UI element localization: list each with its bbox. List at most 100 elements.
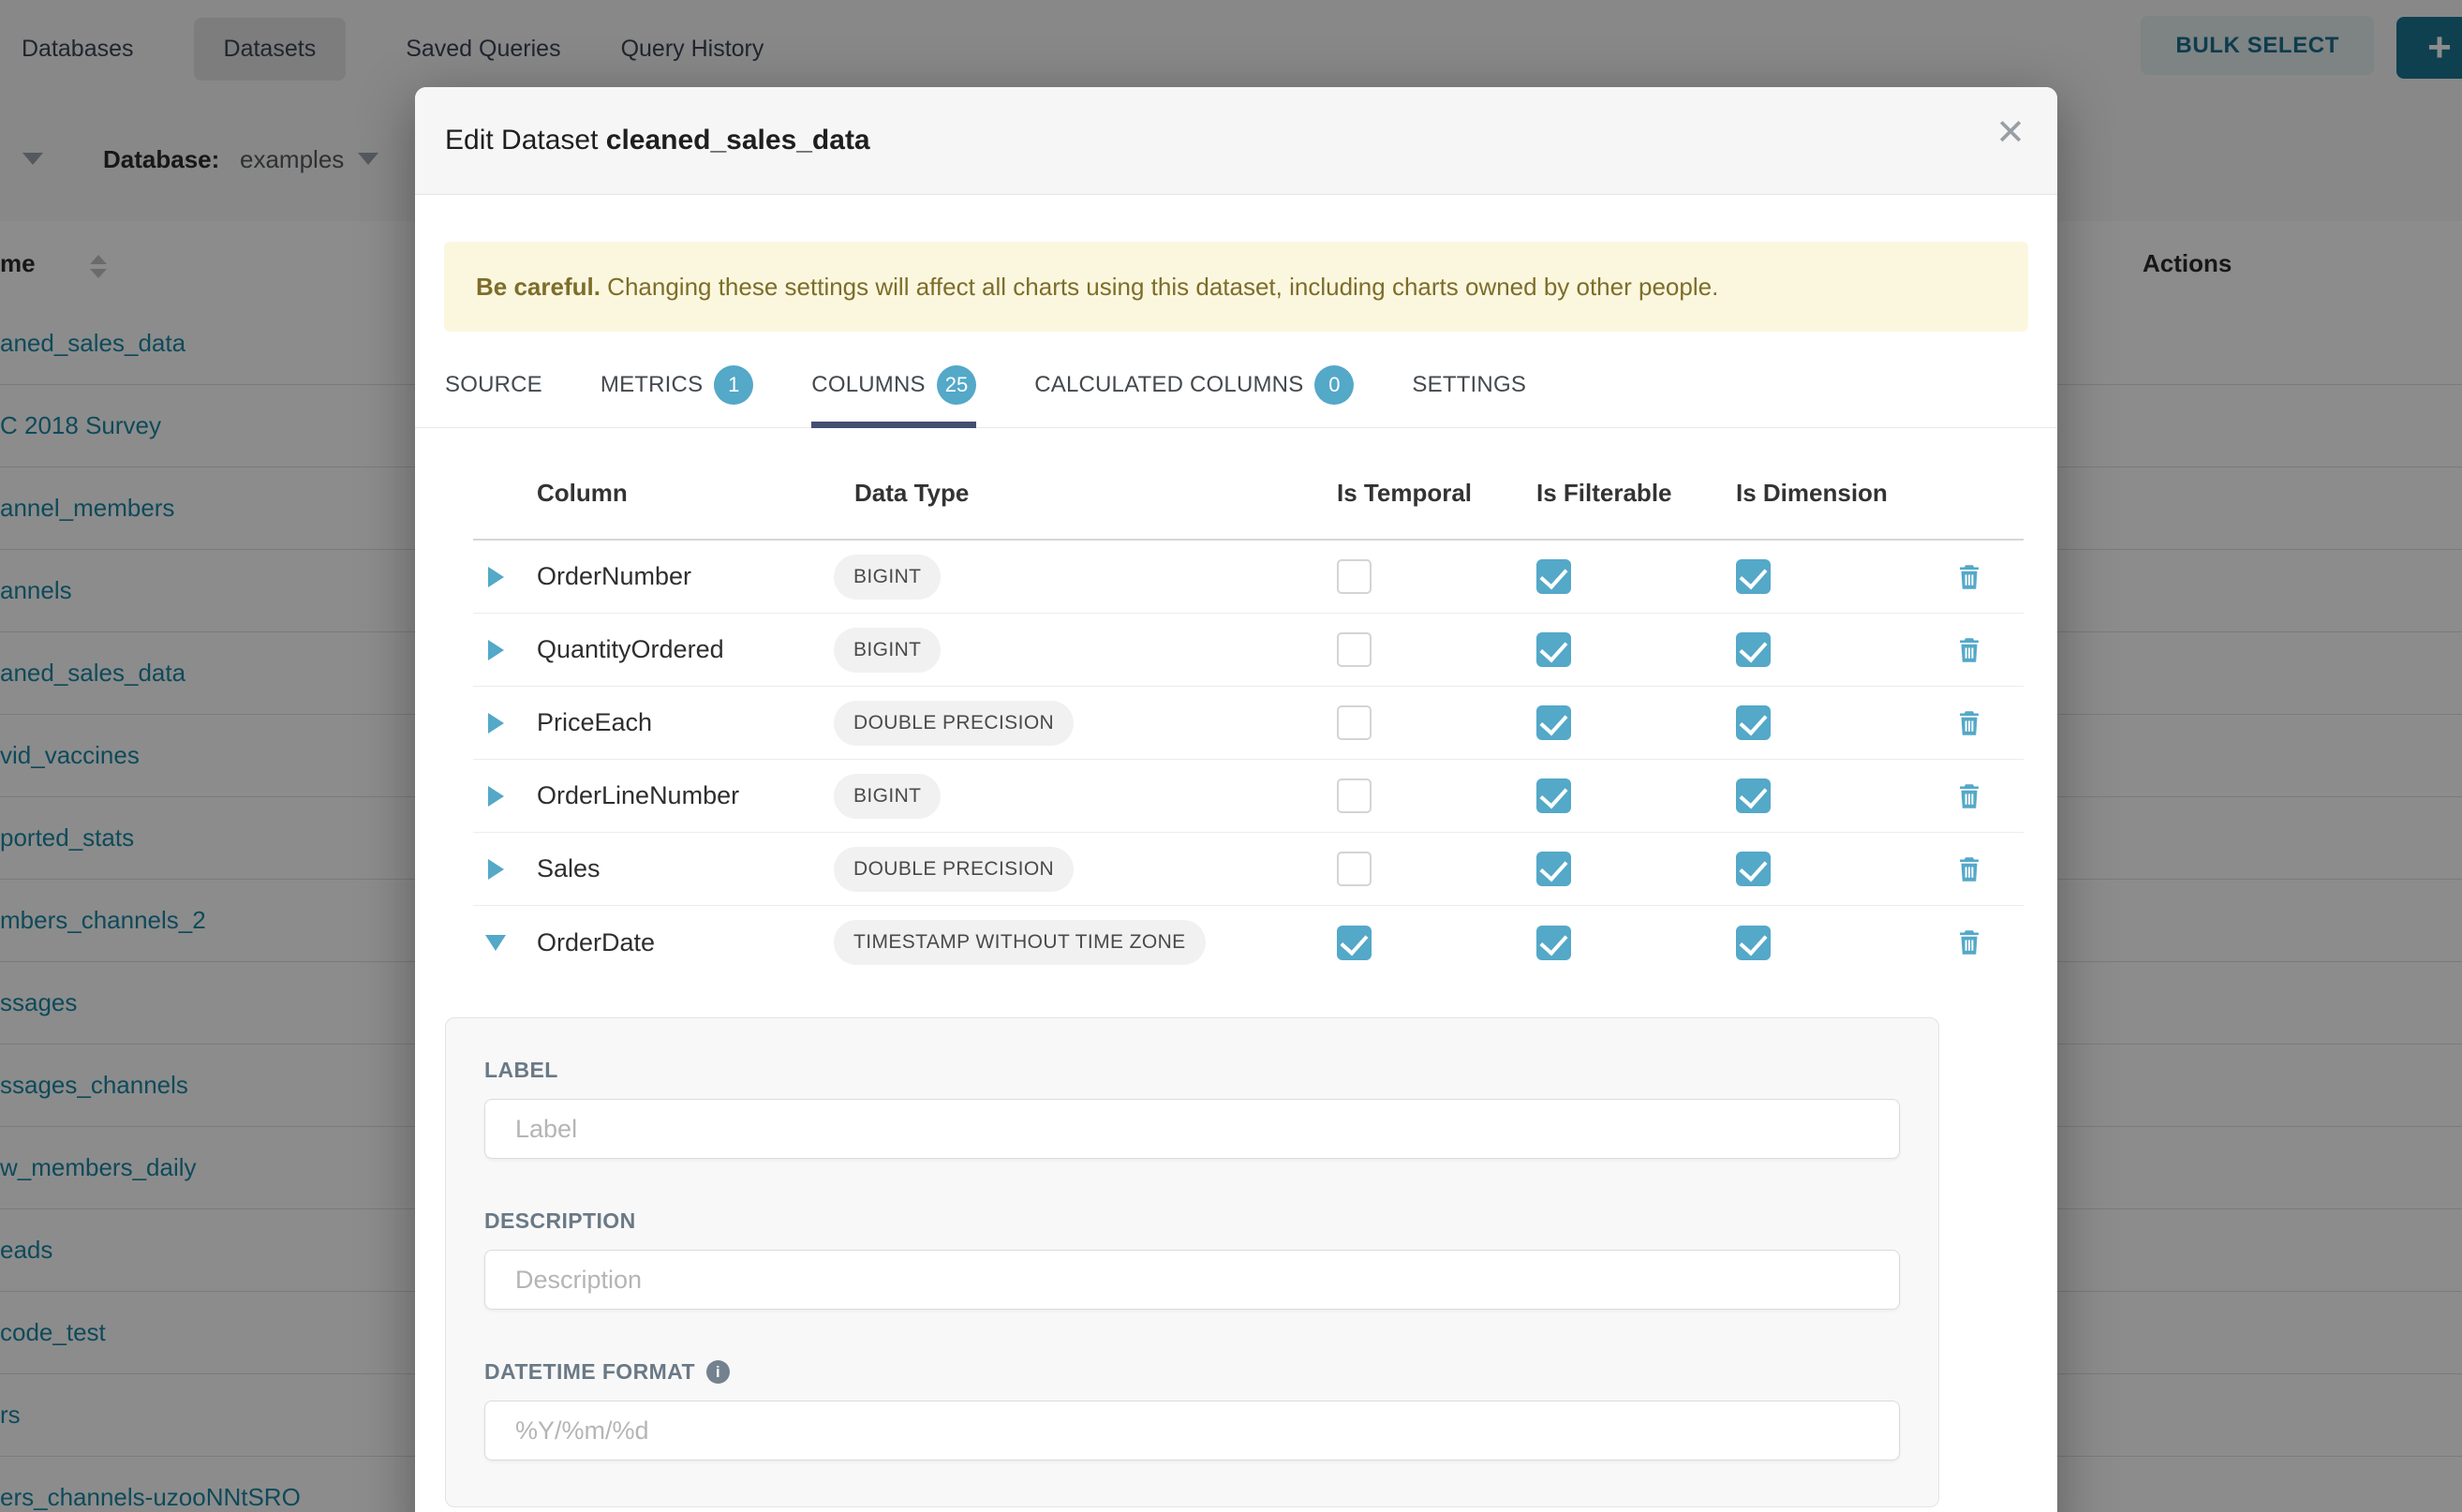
delete-column-cell — [1915, 561, 2024, 593]
dataset-name: cleaned_sales_data — [606, 125, 870, 156]
is-dimension-checkbox[interactable] — [1736, 926, 1771, 960]
data-type-pill: BIGINT — [834, 774, 941, 819]
expand-caret-icon[interactable] — [488, 567, 504, 587]
is-filterable-checkbox[interactable] — [1536, 632, 1571, 667]
is-temporal-checkbox-cell — [1316, 705, 1516, 740]
is-temporal-checkbox-cell — [1316, 778, 1516, 813]
tab-count-badge: 1 — [714, 365, 753, 405]
tab-label: SOURCE — [445, 372, 542, 398]
is-temporal-checkbox[interactable] — [1337, 632, 1372, 667]
is-dimension-checkbox-cell — [1715, 926, 1915, 960]
column-row-orderdate: OrderDateTIMESTAMP WITHOUT TIME ZONE — [473, 906, 2024, 979]
description-field-label: DESCRIPTION — [484, 1208, 1900, 1234]
expand-cell — [473, 786, 516, 807]
tab-columns[interactable]: COLUMNS 25 — [811, 365, 976, 427]
trash-icon[interactable] — [1953, 561, 1985, 593]
trash-icon[interactable] — [1953, 926, 1985, 958]
is-dimension-checkbox[interactable] — [1736, 559, 1771, 594]
collapse-caret-icon[interactable] — [485, 935, 506, 951]
is-filterable-checkbox-cell — [1516, 632, 1715, 667]
column-row-orderlinenumber: OrderLineNumberBIGINT — [473, 760, 2024, 833]
data-type-pill: DOUBLE PRECISION — [834, 701, 1074, 746]
datetime-format-field-group: DATETIME FORMAT i — [484, 1359, 1900, 1460]
is-temporal-checkbox-cell — [1316, 632, 1516, 667]
is-dimension-checkbox[interactable] — [1736, 632, 1771, 667]
is-filterable-checkbox-cell — [1516, 926, 1715, 960]
is-filterable-checkbox[interactable] — [1536, 852, 1571, 886]
columns-table-header: Column Data Type Is Temporal Is Filterab… — [473, 447, 2024, 541]
column-name: OrderLineNumber — [516, 781, 834, 810]
expand-caret-icon[interactable] — [488, 786, 504, 807]
is-dimension-checkbox-cell — [1715, 559, 1915, 594]
is-dimension-checkbox-cell — [1715, 778, 1915, 813]
trash-icon[interactable] — [1953, 780, 1985, 812]
is-dimension-checkbox[interactable] — [1736, 778, 1771, 813]
is-dimension-checkbox-cell — [1715, 705, 1915, 740]
column-row-priceeach: PriceEachDOUBLE PRECISION — [473, 687, 2024, 760]
tab-count-badge: 0 — [1314, 365, 1354, 405]
label-field-label: LABEL — [484, 1058, 1900, 1083]
data-type-cell: BIGINT — [834, 628, 1316, 673]
is-filterable-checkbox[interactable] — [1536, 778, 1571, 813]
warning-banner: Be careful. Changing these settings will… — [444, 242, 2028, 332]
is-filterable-checkbox[interactable] — [1536, 559, 1571, 594]
data-type-cell: BIGINT — [834, 774, 1316, 819]
tab-source[interactable]: SOURCE — [445, 365, 542, 427]
is-temporal-checkbox[interactable] — [1337, 559, 1372, 594]
column-name: OrderDate — [516, 928, 834, 957]
expand-caret-icon[interactable] — [488, 859, 504, 880]
description-input[interactable] — [484, 1250, 1900, 1310]
is-temporal-checkbox[interactable] — [1337, 705, 1372, 740]
is-filterable-header: Is Filterable — [1516, 479, 1715, 508]
label-input[interactable] — [484, 1099, 1900, 1159]
label-field-group: LABEL — [484, 1058, 1900, 1159]
delete-column-cell — [1915, 926, 2024, 958]
delete-column-cell — [1915, 707, 2024, 739]
data-type-header: Data Type — [834, 479, 1316, 508]
datetime-format-field-label: DATETIME FORMAT i — [484, 1359, 1900, 1385]
trash-icon[interactable] — [1953, 853, 1985, 885]
data-type-cell: BIGINT — [834, 555, 1316, 600]
data-type-cell: TIMESTAMP WITHOUT TIME ZONE — [834, 920, 1316, 965]
expand-caret-icon[interactable] — [488, 713, 504, 734]
is-dimension-header: Is Dimension — [1715, 479, 1915, 508]
columns-table: Column Data Type Is Temporal Is Filterab… — [473, 447, 2024, 979]
expand-caret-icon[interactable] — [488, 640, 504, 660]
data-type-pill: BIGINT — [834, 628, 941, 673]
is-filterable-checkbox-cell — [1516, 559, 1715, 594]
is-filterable-checkbox[interactable] — [1536, 926, 1571, 960]
is-filterable-checkbox[interactable] — [1536, 705, 1571, 740]
data-type-pill: TIMESTAMP WITHOUT TIME ZONE — [834, 920, 1206, 965]
column-row-ordernumber: OrderNumberBIGINT — [473, 541, 2024, 614]
modal-tabs: SOURCE METRICS 1 COLUMNS 25 CALCULATED COLUMN… — [415, 365, 2057, 428]
column-name: QuantityOrdered — [516, 635, 834, 664]
tab-label: COLUMNS — [811, 372, 925, 398]
data-type-pill: BIGINT — [834, 555, 941, 600]
is-dimension-checkbox-cell — [1715, 852, 1915, 886]
is-temporal-checkbox-cell — [1316, 559, 1516, 594]
is-temporal-checkbox[interactable] — [1337, 926, 1372, 960]
expand-cell — [473, 713, 516, 734]
modal-title: Edit Dataset cleaned_sales_data — [445, 125, 870, 156]
trash-icon[interactable] — [1953, 634, 1985, 666]
tab-count-badge: 25 — [937, 365, 976, 405]
expand-cell — [473, 567, 516, 587]
is-dimension-checkbox-cell — [1715, 632, 1915, 667]
tab-calculated-columns[interactable]: CALCULATED COLUMNS0 — [1034, 365, 1354, 427]
modal-header: Edit Dataset cleaned_sales_data — [415, 87, 2057, 195]
is-dimension-checkbox[interactable] — [1736, 852, 1771, 886]
close-button[interactable]: ✕ — [1995, 115, 2025, 151]
warning-text: Be careful. Changing these settings will… — [476, 273, 1718, 302]
is-temporal-checkbox[interactable] — [1337, 778, 1372, 813]
tab-label: METRICS — [601, 372, 703, 398]
expand-cell — [473, 859, 516, 880]
info-icon[interactable]: i — [706, 1360, 730, 1384]
tab-settings[interactable]: SETTINGS — [1412, 365, 1526, 427]
column-row-sales: SalesDOUBLE PRECISION — [473, 833, 2024, 906]
tab-metrics[interactable]: METRICS 1 — [601, 365, 753, 427]
datetime-format-input[interactable] — [484, 1401, 1900, 1460]
column-detail-panel: LABEL DESCRIPTION DATETIME FORMAT i — [445, 1017, 1939, 1507]
trash-icon[interactable] — [1953, 707, 1985, 739]
is-temporal-checkbox[interactable] — [1337, 852, 1372, 886]
is-dimension-checkbox[interactable] — [1736, 705, 1771, 740]
